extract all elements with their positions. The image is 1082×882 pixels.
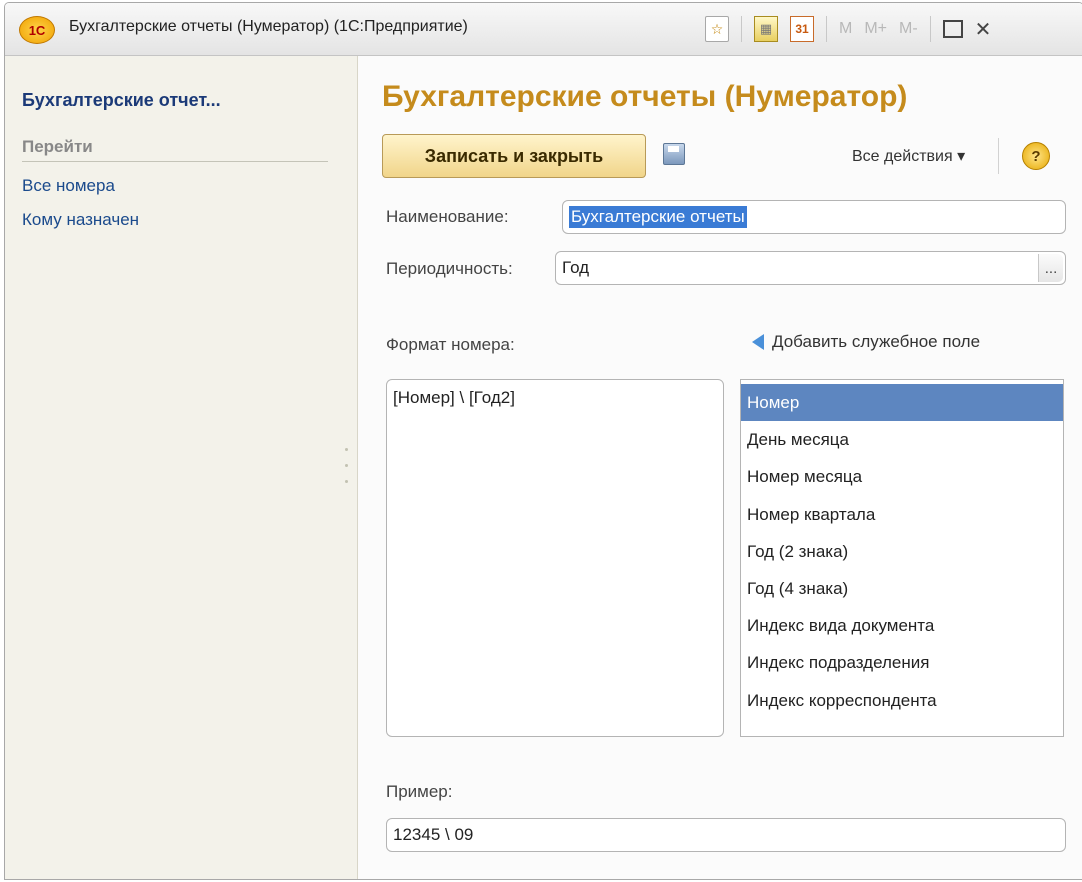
example-value: 12345 \ 09	[393, 825, 474, 844]
arrow-left-icon	[752, 334, 764, 350]
toolbar-divider	[826, 16, 827, 42]
form-title: Бухгалтерские отчеты (Нумератор)	[382, 80, 908, 113]
name-field-value: Бухгалтерские отчеты	[569, 206, 747, 228]
window-title: Бухгалтерские отчеты (Нумератор) (1С:Пре…	[69, 18, 468, 35]
memory-m-button[interactable]: M	[839, 20, 852, 38]
add-service-field-button[interactable]: Добавить служебное поле	[752, 332, 980, 352]
navigation-panel: Бухгалтерские отчет... Перейти Все номер…	[5, 56, 358, 879]
periodicity-label: Периодичность:	[386, 259, 513, 278]
number-format-label: Формат номера:	[386, 335, 515, 354]
name-field[interactable]: Бухгалтерские отчеты	[562, 200, 1066, 234]
toolbar-divider	[741, 16, 742, 42]
periodicity-value: Год	[562, 258, 590, 277]
panel-resize-grip[interactable]	[345, 448, 348, 451]
service-fields-list[interactable]: Номер День месяца Номер месяца Номер ква…	[740, 379, 1064, 737]
save-and-close-button[interactable]: Записать и закрыть	[382, 134, 646, 178]
list-item[interactable]: Номер квартала	[741, 496, 1063, 533]
number-format-input[interactable]: [Номер] \ [Год2]	[386, 379, 724, 737]
list-item[interactable]: Номер месяца	[741, 458, 1063, 495]
nav-link-all-numbers[interactable]: Все номера	[22, 176, 115, 196]
add-service-field-label: Добавить служебное поле	[772, 332, 981, 351]
nav-section-header: Перейти	[22, 137, 328, 162]
calendar-icon[interactable]: 31	[790, 16, 814, 42]
list-item[interactable]: Индекс вида документа	[741, 607, 1063, 644]
name-label: Наименование:	[386, 207, 509, 226]
favorites-icon[interactable]: ☆	[705, 16, 729, 42]
list-item[interactable]: Год (2 знака)	[741, 533, 1063, 570]
panel-resize-grip[interactable]	[345, 464, 348, 467]
title-bar-tools: ☆ ▦ 31 M M+ M- ✕	[705, 15, 1001, 43]
calculator-icon[interactable]: ▦	[754, 16, 778, 42]
list-item[interactable]: Номер	[741, 384, 1063, 422]
maximize-icon[interactable]	[942, 20, 963, 38]
app-window: 1С Бухгалтерские отчеты (Нумератор) (1С:…	[4, 2, 1082, 880]
app-logo-icon[interactable]: 1С	[19, 16, 55, 44]
all-actions-menu[interactable]: Все действия ▾	[852, 146, 965, 166]
toolbar-divider	[929, 16, 931, 42]
memory-minus-button[interactable]: M-	[899, 20, 918, 38]
toolbar-divider	[998, 138, 999, 174]
list-item[interactable]: Год (4 знака)	[741, 570, 1063, 607]
periodicity-select-button[interactable]: ...	[1038, 254, 1063, 282]
help-icon[interactable]: ?	[1022, 142, 1050, 170]
nav-panel-title[interactable]: Бухгалтерские отчет...	[22, 90, 221, 111]
list-item[interactable]: День месяца	[741, 421, 1063, 458]
number-format-value: [Номер] \ [Год2]	[393, 388, 515, 407]
title-bar: 1С Бухгалтерские отчеты (Нумератор) (1С:…	[5, 3, 1082, 56]
close-icon[interactable]: ✕	[975, 17, 1001, 42]
nav-link-assigned-to[interactable]: Кому назначен	[22, 210, 139, 230]
example-field: 12345 \ 09	[386, 818, 1066, 852]
list-item[interactable]: Индекс подразделения	[741, 644, 1063, 681]
form-area: Бухгалтерские отчеты (Нумератор) Записат…	[358, 56, 1082, 879]
panel-resize-grip[interactable]	[345, 480, 348, 483]
example-label: Пример:	[386, 782, 453, 801]
save-icon[interactable]	[663, 143, 685, 165]
list-item[interactable]: Индекс корреспондента	[741, 682, 1063, 719]
memory-plus-button[interactable]: M+	[864, 20, 887, 38]
periodicity-field[interactable]: Год ...	[555, 251, 1066, 285]
